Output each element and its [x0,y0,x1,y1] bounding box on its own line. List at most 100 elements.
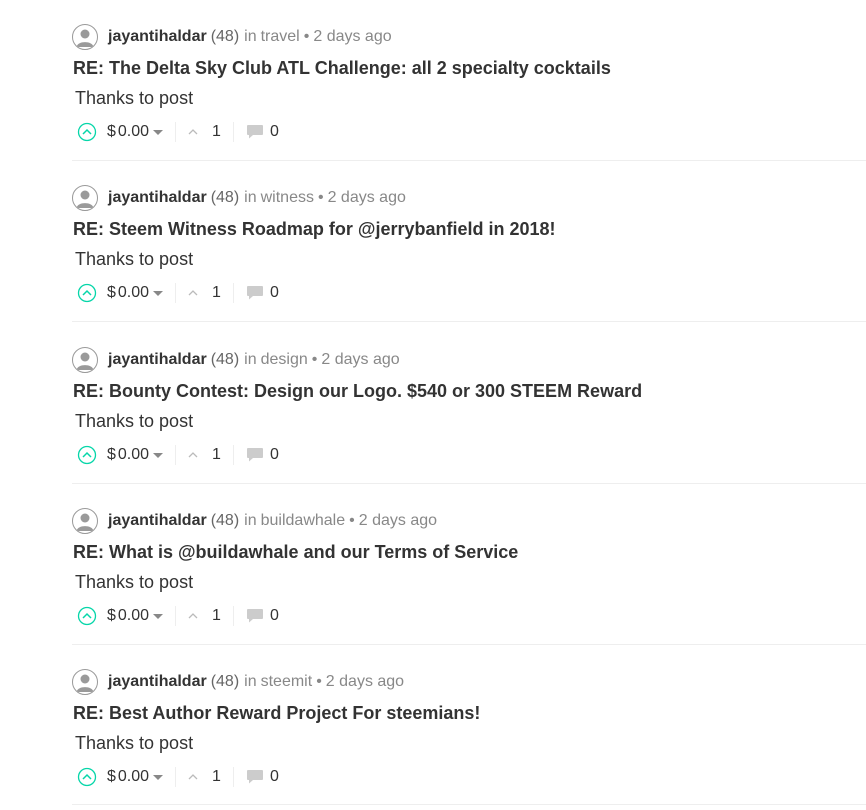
comment-meta: jayantihaldar (48) in travel • 2 days ag… [72,22,392,52]
chevron-up-icon [188,611,198,621]
category-link[interactable]: travel [261,28,300,46]
author-link[interactable]: jayantihaldar [108,28,207,46]
post-time-link[interactable]: 2 days ago [328,189,406,207]
footer-divider [175,122,177,142]
chevron-up-icon [188,127,198,137]
replies-link[interactable]: 0 [246,768,279,786]
author-reputation: (48) [210,28,240,45]
upvote-circle-icon[interactable] [76,766,98,788]
replies-count: 0 [269,607,279,624]
footer-divider [232,445,234,465]
comment-body: Thanks to post [75,733,194,753]
in-label: in [244,512,257,529]
user-avatar-icon[interactable] [72,669,98,695]
post-time-link[interactable]: 2 days ago [359,512,437,530]
author-link[interactable]: jayantihaldar [108,189,207,207]
comment-body: Thanks to post [75,88,194,108]
replies-count: 0 [269,123,279,140]
replies-link[interactable]: 0 [246,607,279,625]
upvote-circle-icon[interactable] [76,605,98,627]
author-reputation: (48) [210,512,240,529]
votes-count: 1 [212,123,221,140]
author-link[interactable]: jayantihaldar [108,351,207,369]
meta-separator: • [316,673,322,690]
caret-down-icon [153,130,164,135]
payout-dropdown[interactable]: $ 0.00 [107,123,164,141]
user-avatar-icon[interactable] [72,347,98,373]
category-link[interactable]: witness [261,189,314,207]
comment-item: jayantihaldar (48) in steemit • 2 days a… [72,645,866,806]
in-label: in [244,351,257,368]
category-link[interactable]: design [261,351,308,369]
comment-bubble-icon [246,284,264,302]
votes-count: 1 [212,768,221,785]
upvote-circle-icon[interactable] [76,121,98,143]
in-label: in [244,28,257,45]
post-time-link[interactable]: 2 days ago [321,351,399,369]
comment-title-link[interactable]: RE: Steem Witness Roadmap for @jerrybanf… [73,219,556,240]
replies-link[interactable]: 0 [246,446,279,464]
payout-dropdown[interactable]: $ 0.00 [107,768,164,786]
replies-count: 0 [269,768,279,785]
caret-down-icon [153,291,164,296]
comment-meta: jayantihaldar (48) in buildawhale • 2 da… [72,506,437,536]
post-time-link[interactable]: 2 days ago [313,28,391,46]
category-link[interactable]: buildawhale [261,512,346,530]
replies-link[interactable]: 0 [246,284,279,302]
author-link[interactable]: jayantihaldar [108,512,207,530]
payout-currency: $ [107,446,116,463]
votes-count-button[interactable]: 1 [188,123,221,141]
comment-title-link[interactable]: RE: Bounty Contest: Design our Logo. $54… [73,381,642,402]
comment-title-link[interactable]: RE: What is @buildawhale and our Terms o… [73,542,518,563]
caret-down-icon [153,775,164,780]
post-time-link[interactable]: 2 days ago [326,673,404,691]
footer-divider [232,767,234,787]
user-avatar-icon[interactable] [72,185,98,211]
meta-separator: • [303,28,310,45]
payout-currency: $ [107,123,116,140]
replies-link[interactable]: 0 [246,123,279,141]
author-link[interactable]: jayantihaldar [108,673,207,691]
author-reputation: (48) [210,189,240,206]
votes-count: 1 [212,284,221,301]
comment-title-link[interactable]: RE: The Delta Sky Club ATL Challenge: al… [73,58,611,79]
comment-title-link[interactable]: RE: Best Author Reward Project For steem… [73,703,480,724]
votes-count-button[interactable]: 1 [188,446,221,464]
payout-dropdown[interactable]: $ 0.00 [107,284,164,302]
votes-count-button[interactable]: 1 [188,607,221,625]
upvote-circle-icon[interactable] [76,444,98,466]
comment-bubble-icon [246,607,264,625]
user-avatar-icon[interactable] [72,508,98,534]
payout-value: 0.00 [117,607,150,624]
replies-count: 0 [269,446,279,463]
author-reputation: (48) [210,673,240,690]
chevron-up-icon [188,288,198,298]
replies-count: 0 [269,284,279,301]
category-link[interactable]: steemit [261,673,313,691]
footer-divider [175,606,177,626]
payout-dropdown[interactable]: $ 0.00 [107,446,164,464]
meta-separator: • [349,512,355,529]
comment-footer: $ 0.00 1 0 [76,765,279,789]
comment-item: jayantihaldar (48) in buildawhale • 2 da… [72,484,866,645]
in-label: in [244,189,257,206]
votes-count-button[interactable]: 1 [188,284,221,302]
meta-separator: • [317,189,324,206]
comment-footer: $ 0.00 1 0 [76,604,279,628]
footer-divider [232,283,234,303]
upvote-circle-icon[interactable] [76,282,98,304]
comment-footer: $ 0.00 1 0 [76,443,279,467]
votes-count: 1 [212,446,221,463]
comment-meta: jayantihaldar (48) in design • 2 days ag… [72,345,400,375]
comment-footer: $ 0.00 1 0 [76,281,279,305]
votes-count: 1 [212,607,221,624]
item-divider [72,804,866,805]
comment-footer: $ 0.00 1 0 [76,120,279,144]
comment-body: Thanks to post [75,572,194,592]
votes-count-button[interactable]: 1 [188,768,221,786]
comment-bubble-icon [246,446,264,464]
comment-item: jayantihaldar (48) in design • 2 days ag… [72,323,866,484]
payout-dropdown[interactable]: $ 0.00 [107,607,164,625]
user-avatar-icon[interactable] [72,24,98,50]
payout-currency: $ [107,284,116,301]
